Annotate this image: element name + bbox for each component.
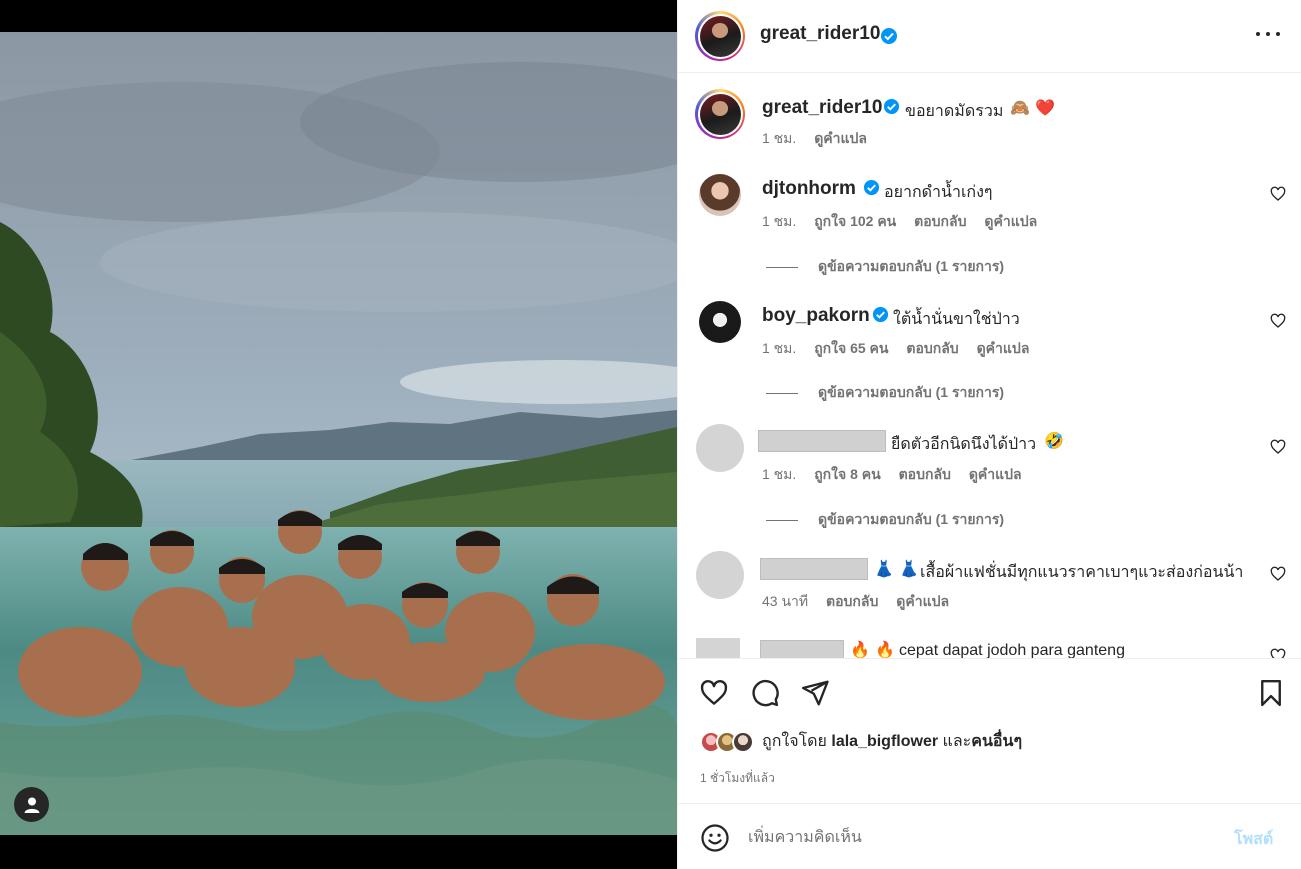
view-replies-label: ดูข้อความตอบกลับ (1 รายการ) (818, 384, 1005, 400)
media-pane (0, 0, 677, 869)
reply-button[interactable]: ตอบกลับ (914, 213, 966, 229)
user-tag-icon[interactable] (14, 787, 49, 822)
post-side-panel: great_rider10 great_rider10 ขอยาดมัดรวม … (677, 0, 1301, 869)
comment-time: 1 ชม. (762, 340, 797, 356)
commenter-avatar[interactable] (696, 424, 744, 472)
comment-emoji: 🤣 (1044, 431, 1064, 450)
caption-username[interactable]: great_rider10 (762, 97, 882, 119)
liker-avatar (732, 730, 754, 753)
reply-button[interactable]: ตอบกลับ (826, 593, 878, 609)
post-comment-button[interactable]: โพสต์ (1234, 827, 1273, 852)
post-timestamp: 1 ชั่วโมงที่แล้ว (700, 771, 775, 785)
comment-text: ใต้น้ำนั่นขาใช่ป่าว (893, 311, 1020, 328)
verified-badge-icon (883, 98, 900, 115)
caption-time: 1 ชม. (762, 130, 797, 146)
comment-text: cepat dapat jodoh para ganteng (899, 642, 1125, 658)
comment-like-icon[interactable] (1270, 648, 1286, 658)
see-translation-link[interactable]: ดูคำแปล (977, 340, 1030, 356)
likes-others-link[interactable]: คนอื่นๆ (971, 733, 1022, 750)
comment-username[interactable]: boy_pakorn (762, 305, 870, 327)
redacted-username (760, 640, 844, 658)
comment-likes-count[interactable]: ถูกใจ 65 คน (814, 340, 888, 356)
caption-text: ขอยาดมัดรวม (905, 103, 1004, 120)
comment-emoji: 🔥 🔥 (850, 640, 895, 658)
comment-like-icon[interactable] (1270, 313, 1286, 329)
commenter-avatar[interactable] (696, 638, 740, 658)
comment-likes-count[interactable]: ถูกใจ 102 คน (814, 213, 896, 229)
commenter-avatar[interactable] (699, 301, 741, 343)
comment-time: 1 ชม. (762, 213, 797, 229)
caption-emoji: 🙈 ❤️ (1010, 98, 1055, 117)
comment-meta: 1 ชม. ถูกใจ 102 คน ตอบกลับ ดูคำแปล (762, 211, 1051, 233)
view-replies-button[interactable]: ดูข้อความตอบกลับ (1 รายการ) (766, 256, 1004, 278)
post-actions: ถูกใจโดย lala_bigflower และคนอื่นๆ 1 ชั่… (678, 658, 1301, 804)
comment-like-icon[interactable] (1270, 439, 1286, 455)
see-translation-link[interactable]: ดูคำแปล (896, 593, 949, 609)
redacted-username (758, 430, 886, 452)
commenter-avatar[interactable] (699, 174, 741, 216)
comment-input[interactable] (748, 823, 1208, 853)
liker-username[interactable]: lala_bigflower (831, 733, 938, 750)
comment-text: อยากดำน้ำเก่งๆ (884, 184, 993, 201)
reply-button[interactable]: ตอบกลับ (906, 340, 958, 356)
verified-badge-icon (872, 306, 889, 323)
caption-author-avatar[interactable] (695, 89, 745, 139)
caption-meta: 1 ชม. ดูคำแปล (762, 128, 881, 150)
verified-badge-icon (863, 179, 880, 196)
comment-like-icon[interactable] (1270, 566, 1286, 582)
comment-text: เสื้อผ้าแฟชั่นมีทุกแนวราคาเบาๆแวะส่องก่อ… (920, 564, 1244, 581)
comment-like-icon[interactable] (1270, 186, 1286, 202)
comment-time: 1 ชม. (762, 466, 797, 482)
comment-meta: 1 ชม. ถูกใจ 8 คน ตอบกลับ ดูคำแปล (762, 464, 1036, 486)
author-username[interactable]: great_rider10 (760, 23, 880, 45)
comment-username[interactable]: djtonhorm (762, 178, 856, 200)
view-replies-button[interactable]: ดูข้อความตอบกลับ (1 รายการ) (766, 382, 1004, 404)
view-replies-label: ดูข้อความตอบกลับ (1 รายการ) (818, 511, 1005, 527)
likes-joiner: และ (942, 733, 972, 750)
comments-list: great_rider10 ขอยาดมัดรวม 🙈 ❤️ 1 ชม. ดูค… (678, 74, 1301, 658)
author-avatar[interactable] (695, 11, 745, 61)
heart-icon[interactable] (699, 678, 729, 708)
redacted-username (760, 558, 868, 580)
add-comment-bar: โพสต์ (678, 805, 1301, 869)
comment-text: ยืดตัวอีกนิดนึงได้ป่าว (891, 436, 1037, 453)
emoji-icon[interactable] (700, 823, 730, 853)
likes-prefix: ถูกใจโดย (762, 733, 827, 750)
see-translation-link[interactable]: ดูคำแปล (984, 213, 1037, 229)
comment-likes-count[interactable]: ถูกใจ 8 คน (814, 466, 881, 482)
likes-summary[interactable]: ถูกใจโดย lala_bigflower และคนอื่นๆ (700, 729, 1022, 754)
post-photo[interactable] (0, 32, 677, 835)
commenter-avatar[interactable] (696, 551, 744, 599)
share-icon[interactable] (800, 678, 830, 708)
verified-badge-icon (881, 28, 897, 44)
bookmark-icon[interactable] (1256, 678, 1286, 708)
comment-icon[interactable] (750, 678, 780, 708)
view-replies-button[interactable]: ดูข้อความตอบกลับ (1 รายการ) (766, 509, 1004, 531)
post-header: great_rider10 (678, 0, 1301, 73)
see-translation-link[interactable]: ดูคำแปล (969, 466, 1022, 482)
more-options-icon[interactable] (1256, 22, 1280, 46)
comment-emoji: 👗 👗 (874, 559, 919, 578)
comment-meta: 1 ชม. ถูกใจ 65 คน ตอบกลับ ดูคำแปล (762, 338, 1043, 360)
likes-text: ถูกใจโดย lala_bigflower และคนอื่นๆ (762, 729, 1022, 754)
view-replies-label: ดูข้อความตอบกลับ (1 รายการ) (818, 258, 1005, 274)
comment-time: 43 นาที (762, 593, 809, 609)
reply-button[interactable]: ตอบกลับ (899, 466, 951, 482)
see-translation-link[interactable]: ดูคำแปล (814, 130, 867, 146)
comment-meta: 43 นาที ตอบกลับ ดูคำแปล (762, 591, 963, 613)
